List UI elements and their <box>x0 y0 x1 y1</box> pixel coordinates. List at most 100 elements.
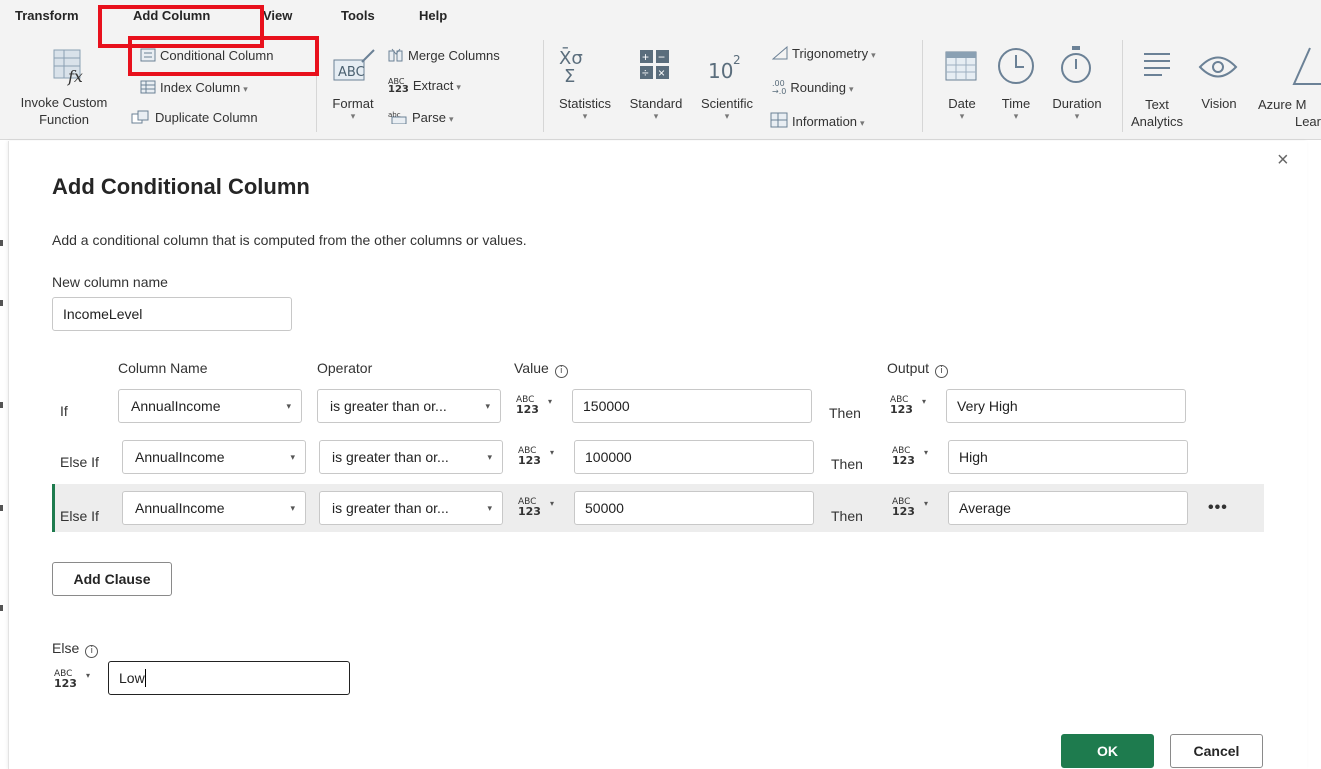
tab-tools[interactable]: Tools <box>341 8 375 23</box>
operator-dropdown[interactable]: is greater than or... ▾ <box>319 491 503 525</box>
standard-icon: + − ÷ × <box>640 50 669 80</box>
ok-button[interactable]: OK <box>1061 734 1154 768</box>
value-input[interactable]: 50000 <box>574 491 814 525</box>
tab-add-column[interactable]: Add Column <box>133 8 210 23</box>
standard-label: Standard <box>629 96 683 111</box>
vision-button[interactable]: Vision <box>1196 96 1242 111</box>
ribbon-tab-strip: Transform Add Column View Tools Help <box>0 0 1321 32</box>
rounding-button[interactable]: .00 →.0 Rounding ▾ <box>772 80 854 96</box>
index-column-button[interactable]: Index Column ▾ <box>140 80 248 95</box>
value-type-selector[interactable]: ABC 123 ▾ <box>514 492 564 522</box>
output-type-selector[interactable]: ABC 123 ▾ <box>888 441 938 471</box>
time-button[interactable]: Time ▾ <box>990 96 1042 122</box>
output-input[interactable]: High <box>948 440 1188 474</box>
duration-button[interactable]: Duration ▾ <box>1042 96 1112 122</box>
chevron-down-icon: ▾ <box>550 499 555 508</box>
text-analytics-button[interactable]: Text Analytics <box>1130 96 1184 130</box>
parse-label: Parse <box>412 110 446 125</box>
value-type-selector[interactable]: ABC 123 ▾ <box>514 441 564 471</box>
info-icon[interactable]: i <box>85 645 99 658</box>
dialog-description: Add a conditional column that is compute… <box>52 232 527 248</box>
date-button[interactable]: Date ▾ <box>938 96 986 122</box>
operator-dropdown[interactable]: is greater than or... ▾ <box>319 440 503 474</box>
else-label: Else <box>52 640 80 656</box>
info-icon[interactable]: i <box>554 365 568 378</box>
column-name-dropdown[interactable]: AnnualIncome ▾ <box>118 389 302 423</box>
information-label: Information <box>792 114 858 129</box>
chevron-down-icon: ▾ <box>290 503 295 513</box>
output-header-label: Output <box>887 360 930 376</box>
format-icon: ABC <box>333 49 375 81</box>
then-label: Then <box>831 508 863 524</box>
column-name-dropdown[interactable]: AnnualIncome ▾ <box>122 491 306 525</box>
calendar-icon <box>945 51 977 81</box>
invoke-custom-function-button[interactable]: Invoke Custom Function <box>0 94 128 128</box>
else-input[interactable]: Low <box>108 661 350 695</box>
tab-transform[interactable]: Transform <box>15 8 79 23</box>
tab-help[interactable]: Help <box>419 8 447 23</box>
tab-view[interactable]: View <box>263 8 292 23</box>
output-type-selector[interactable]: ABC 123 ▾ <box>886 390 936 420</box>
chevron-down-icon: ▾ <box>924 499 929 508</box>
chevron-down-icon: ▾ <box>849 84 854 94</box>
operator-value: is greater than or... <box>332 500 449 516</box>
chevron-down-icon: ▾ <box>959 111 965 121</box>
column-name-value: AnnualIncome <box>131 398 221 414</box>
text-cursor <box>144 669 146 687</box>
merge-columns-label: Merge Columns <box>408 48 500 63</box>
date-label: Date <box>948 96 976 111</box>
parse-button[interactable]: abc Parse ▾ <box>388 110 454 125</box>
time-label: Time <box>1001 96 1031 111</box>
trigonometry-label: Trigonometry <box>792 46 869 61</box>
background-edge-mark <box>0 402 3 408</box>
value-input[interactable]: 150000 <box>572 389 812 423</box>
output-type-selector[interactable]: ABC 123 ▾ <box>888 492 938 522</box>
value-input[interactable]: 100000 <box>574 440 814 474</box>
ribbon-separator <box>1122 40 1123 132</box>
abc-123-icon-digits: 123 <box>54 677 77 690</box>
chevron-down-icon: ▾ <box>243 84 248 94</box>
clock-icon <box>998 48 1034 84</box>
info-icon[interactable]: i <box>935 365 949 378</box>
add-clause-button[interactable]: Add Clause <box>52 562 172 596</box>
conditional-column-button[interactable]: Conditional Column <box>140 48 273 63</box>
format-button[interactable]: Format ▾ <box>326 96 380 122</box>
svg-text:Σ: Σ <box>564 66 575 86</box>
else-type-selector[interactable]: ABC 123 ▾ <box>50 664 100 694</box>
svg-text:10: 10 <box>708 59 733 83</box>
new-column-name-input[interactable]: IncomeLevel <box>52 297 292 331</box>
information-button[interactable]: Information ▾ <box>770 112 865 129</box>
operator-dropdown[interactable]: is greater than or... ▾ <box>317 389 501 423</box>
chevron-down-icon: ▾ <box>860 118 865 128</box>
column-name-dropdown[interactable]: AnnualIncome ▾ <box>122 440 306 474</box>
merge-columns-button[interactable]: Merge Columns <box>388 48 500 63</box>
standard-button[interactable]: Standard ▾ <box>620 96 692 122</box>
duplicate-column-button[interactable]: Duplicate Column <box>131 110 258 125</box>
azure-ml-label-2: Lear <box>1294 114 1321 129</box>
conditional-column-icon <box>140 48 156 62</box>
index-column-icon <box>140 80 156 94</box>
output-input[interactable]: Very High <box>946 389 1186 423</box>
operator-value: is greater than or... <box>330 398 447 414</box>
chevron-down-icon: ▾ <box>653 111 659 121</box>
ribbon-separator <box>316 40 317 132</box>
azure-machine-learning-button[interactable]: Azure M Lear <box>1258 96 1321 130</box>
then-label: Then <box>829 405 861 421</box>
more-options-icon[interactable]: ••• <box>1208 499 1228 517</box>
duplicate-column-label: Duplicate Column <box>155 110 258 125</box>
statistics-button[interactable]: Statistics ▾ <box>548 96 622 122</box>
value-header: Value i <box>514 360 568 378</box>
close-icon[interactable]: × <box>1277 149 1289 172</box>
value-type-selector[interactable]: ABC 123 ▾ <box>512 390 562 420</box>
svg-text:+: + <box>642 50 649 64</box>
cancel-button[interactable]: Cancel <box>1170 734 1263 768</box>
output-input[interactable]: Average <box>948 491 1188 525</box>
ribbon-separator <box>543 40 544 132</box>
svg-text:2: 2 <box>733 53 741 67</box>
trigonometry-button[interactable]: Trigonometry ▾ <box>772 46 876 61</box>
chevron-down-icon: ▾ <box>724 111 730 121</box>
abc-123-icon-digits: 123 <box>890 403 913 416</box>
scientific-button[interactable]: Scientific ▾ <box>692 96 762 122</box>
extract-button[interactable]: ABC 123 Extract ▾ <box>388 78 461 95</box>
abc-123-icon-digits: 123 <box>518 505 541 518</box>
